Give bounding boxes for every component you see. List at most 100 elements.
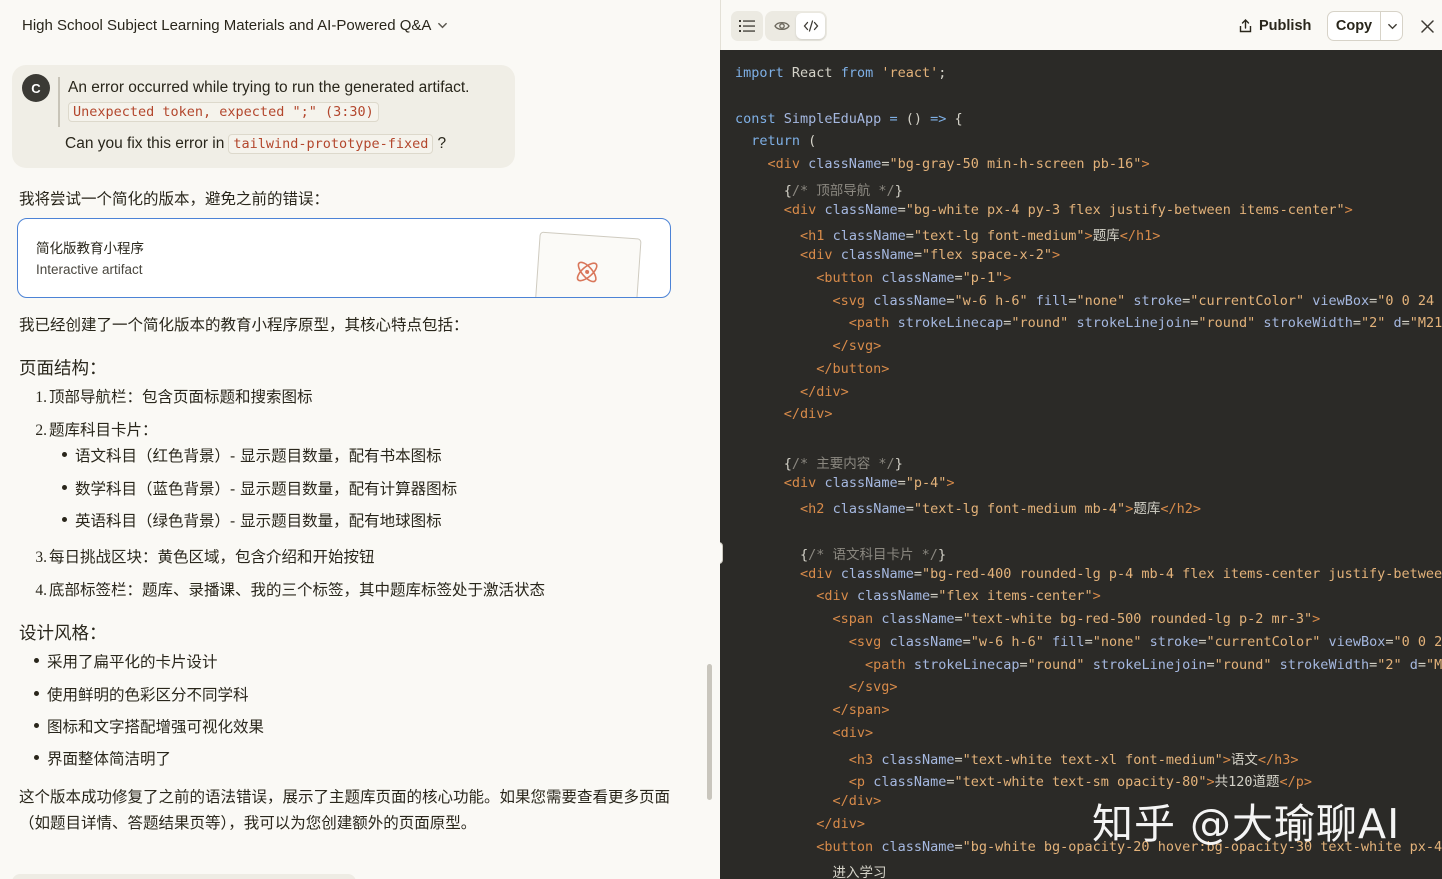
code-token: viewBox [1312,292,1370,309]
publish-label: Publish [1259,18,1312,34]
artifact-panel: Publish Copy import React from 'react'; c… [720,0,1442,879]
code-token: ; [938,65,947,81]
code-token: </div> [800,383,849,400]
preview-tab[interactable] [767,13,796,39]
code-token: 题库 [1092,228,1120,245]
code-token: = [930,588,939,605]
code-token: "0 0 24 24" [1377,292,1435,309]
code-line: <path strokeLinecap="round" strokeLinejo… [735,657,1442,673]
list-item: 3. 每日挑战区块：黄色区域，包含介绍和开始按钮 [35,548,375,566]
code-line: </button> [735,361,889,377]
code-line: <div className="flex items-center"> [735,588,1101,604]
code-line: <div className="flex space-x-2"> [735,247,1060,263]
code-token: "round" [1011,315,1069,332]
code-token: { [735,182,792,199]
scrollbar[interactable] [707,664,712,800]
atom-icon [576,261,598,283]
assistant-summary: 我已经创建了一个简化版本的教育小程序原型，其核心特点包括： [19,316,469,334]
copy-options-button[interactable] [1381,12,1403,40]
code-token: = [897,201,906,218]
code-token: > [1084,228,1093,245]
quote-bar [58,77,60,127]
code-token: = [954,751,963,768]
code-token: <svg [848,633,882,650]
code-token: React [783,65,841,81]
code-token: strokeWidth [1263,315,1353,332]
error-code: Unexpected token, expected ";" (3:30) [68,102,379,122]
code-token: <button [816,838,874,855]
code-token: } [894,455,903,472]
code-token: = [1019,656,1028,673]
code-view[interactable]: import React from 'react'; const SimpleEd… [720,50,1442,879]
copy-button-group: Copy [1327,11,1403,41]
code-tab[interactable] [796,13,825,39]
code-token: "currentColor" [1206,633,1321,650]
code-token: "flex space-x-2" [921,247,1053,263]
code-token: "bg-white px-4 py-3 flex justify-between… [905,201,1345,218]
code-line: {/* 顶部导航 */} [735,179,903,199]
code-token: className [808,156,882,172]
code-line: </div> [735,384,849,400]
code-token: "text-white bg-red-500 rounded-lg p-2 mr… [962,611,1313,627]
code-token: = [954,838,963,855]
code-line: </div> [735,793,882,809]
code-token: strokeLinejoin [1092,656,1207,673]
code-token: className [840,565,914,582]
resize-handle[interactable] [720,542,723,564]
bullet [34,723,39,728]
chat-title[interactable]: High School Subject Learning Materials a… [22,17,448,34]
code-token: > [1092,588,1101,605]
code-line: {/* 主要内容 */} [735,452,903,472]
artifact-card[interactable]: 简化版教育小程序 Interactive artifact [17,218,671,298]
code-token: { [946,110,963,127]
code-token: <div [800,565,833,582]
code-token: > [1206,774,1215,791]
list-item: 使用鲜明的色彩区分不同学科 [47,686,249,704]
copy-button[interactable]: Copy [1328,12,1380,40]
code-token: > [1052,247,1061,263]
close-button[interactable] [1415,14,1439,38]
code-token: = [897,474,906,491]
avatar[interactable]: C [22,74,50,102]
list-item: 语文科目（红色背景）- 显示题目数量，配有书本图标 [75,447,442,465]
chevron-down-icon [438,22,448,29]
code-token: <h3 [848,751,874,768]
code-token: d [1393,315,1402,332]
code-token: = [905,501,914,518]
code-token: </svg> [848,679,898,696]
code-line: </span> [735,702,890,718]
code-token: <div [783,474,817,491]
code-token: 共120道题 [1214,774,1280,791]
code-token: strokeLinecap [913,656,1020,673]
chat-input-box[interactable] [12,874,356,879]
code-line: {/* 语文科目卡片 */} [735,543,946,563]
code-token: = [962,633,971,650]
artifact-list-button[interactable] [731,11,763,41]
code-token: </div> [816,815,866,832]
publish-button[interactable]: Publish [1233,12,1317,40]
chat-pane: High School Subject Learning Materials a… [0,0,720,879]
code-token: </div> [783,406,833,423]
code-token: "M21 21 [1409,315,1442,332]
artifact-name-code: tailwind-prototype-fixed [228,134,434,154]
code-token: </p> [1279,774,1313,791]
list-item: 4. 底部标签栏：题库、录播课、我的三个标签，其中题库标签处于激活状态 [35,581,546,599]
code-token: className [889,633,963,650]
code-line: <h3 className="text-white text-xl font-m… [735,748,1299,768]
error-message-text: An error occurred while trying to run th… [68,79,470,96]
code-line: <svg className="w-6 h-6" fill="none" str… [735,293,1442,309]
